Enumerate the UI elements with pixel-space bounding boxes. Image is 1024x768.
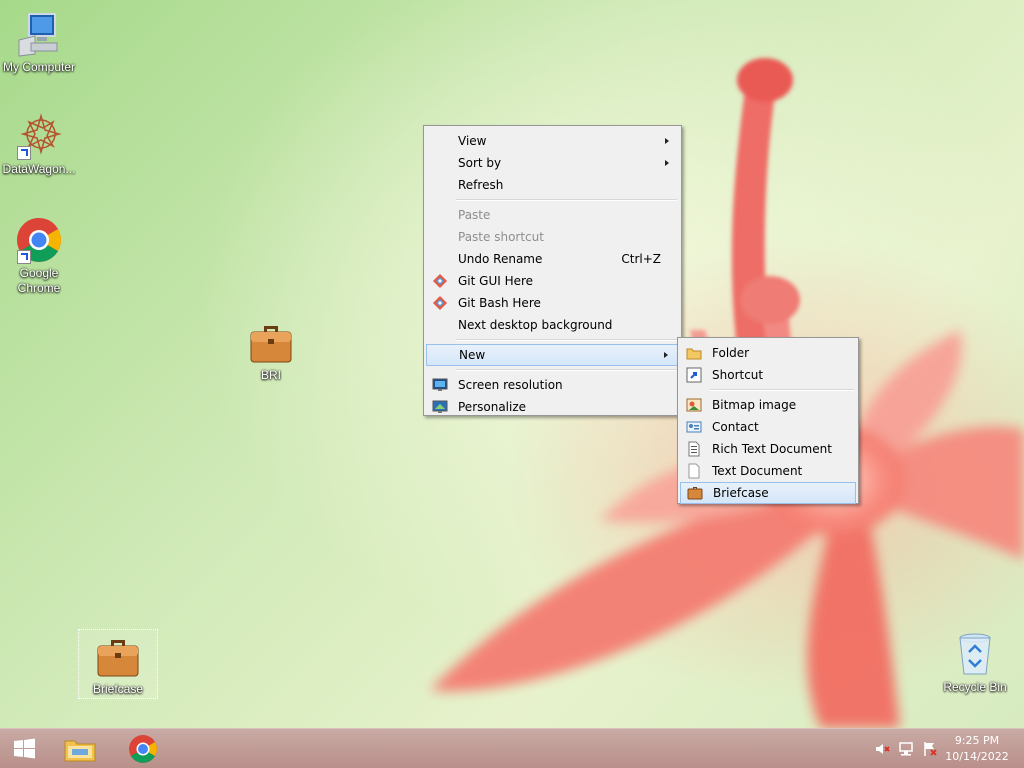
desktop-icon-briefcase[interactable]: Briefcase: [78, 629, 158, 699]
new-item-text-document[interactable]: Text Document: [680, 460, 856, 482]
menu-item-label: Git Bash Here: [458, 296, 541, 310]
briefcase-icon: [94, 632, 142, 680]
menu-item-label: Paste: [458, 208, 491, 222]
folder-icon: [686, 348, 702, 360]
menu-separator: [456, 369, 677, 371]
new-item-shortcut[interactable]: Shortcut: [680, 364, 856, 386]
menu-item-label: New: [459, 348, 486, 362]
desktop-context-menu: View Sort by Refresh Paste Paste shortcu…: [423, 125, 682, 416]
git-icon: [433, 296, 447, 310]
menu-item-label: Contact: [712, 420, 759, 434]
menu-item-label: Undo Rename: [458, 252, 543, 266]
file-explorer-button[interactable]: [60, 733, 100, 765]
menu-item-paste[interactable]: Paste: [426, 204, 679, 226]
desktop-icon-recycle-bin[interactable]: Recycle Bin: [936, 630, 1014, 695]
clock-date: 10/14/2022: [945, 750, 1009, 763]
new-item-contact[interactable]: Contact: [680, 416, 856, 438]
taskbar: 9:25 PM 10/14/2022: [0, 728, 1024, 768]
menu-item-label: Paste shortcut: [458, 230, 544, 244]
shortcut-arrow-icon: [17, 250, 31, 264]
menu-item-refresh[interactable]: Refresh: [426, 174, 679, 196]
menu-item-label: Next desktop background: [458, 318, 613, 332]
desktop-icon-datawagon[interactable]: DataWagon...: [0, 112, 78, 177]
desktop-icon-label: BRI: [260, 368, 281, 382]
menu-item-new[interactable]: New: [426, 344, 679, 366]
menu-item-label: Text Document: [712, 464, 803, 478]
menu-separator: [456, 199, 677, 201]
menu-item-screen-resolution[interactable]: Screen resolution: [426, 374, 679, 396]
desktop-icon-label: Briefcase: [92, 682, 144, 696]
menu-item-label: Rich Text Document: [712, 442, 832, 456]
desktop-icon-bri[interactable]: BRI: [232, 318, 310, 383]
bitmap-icon: [686, 398, 702, 412]
menu-item-label: Sort by: [458, 156, 502, 170]
new-item-bitmap-image[interactable]: Bitmap image: [680, 394, 856, 416]
new-item-rich-text-document[interactable]: Rich Text Document: [680, 438, 856, 460]
chrome-taskbar-button[interactable]: [123, 733, 163, 765]
desktop-icon-label: Recycle Bin: [943, 680, 1007, 694]
menu-item-git-gui-here[interactable]: Git GUI Here: [426, 270, 679, 292]
action-center-icon[interactable]: [922, 741, 938, 757]
computer-icon: [15, 10, 63, 58]
menu-separator: [456, 339, 677, 341]
start-icon: [14, 738, 35, 759]
menu-item-label: Refresh: [458, 178, 504, 192]
speaker-muted-icon[interactable]: [874, 741, 890, 757]
desktop-icon-google-chrome[interactable]: Google Chrome: [0, 216, 78, 296]
desktop-icon-my-computer[interactable]: My Computer: [0, 10, 78, 75]
menu-separator: [710, 389, 854, 391]
menu-item-sort-by[interactable]: Sort by: [426, 152, 679, 174]
menu-item-git-bash-here[interactable]: Git Bash Here: [426, 292, 679, 314]
menu-item-label: View: [458, 134, 487, 148]
new-item-folder[interactable]: Folder: [680, 342, 856, 364]
menu-item-next-desktop-background[interactable]: Next desktop background: [426, 314, 679, 336]
menu-item-shortcut: Ctrl+Z: [621, 252, 661, 266]
network-icon[interactable]: [898, 741, 914, 757]
submenu-arrow-icon: [665, 138, 669, 144]
start-button[interactable]: [4, 733, 44, 765]
menu-item-label: Personalize: [458, 400, 527, 414]
text-document-icon: [688, 463, 700, 479]
shortcut-icon: [686, 367, 702, 383]
menu-item-undo-rename[interactable]: Undo Rename Ctrl+Z: [426, 248, 679, 270]
menu-item-paste-shortcut[interactable]: Paste shortcut: [426, 226, 679, 248]
menu-item-label: Shortcut: [712, 368, 764, 382]
desktop-icon-label: Google Chrome: [17, 266, 61, 295]
briefcase-icon: [247, 318, 295, 366]
menu-item-label: Folder: [712, 346, 750, 360]
desktop[interactable]: My Computer DataWagon... Google Chrome B…: [0, 0, 1024, 728]
new-item-briefcase[interactable]: Briefcase: [680, 482, 856, 504]
clock-time: 9:25 PM: [954, 734, 1000, 747]
screen-resolution-icon: [432, 378, 448, 391]
personalize-icon: [432, 400, 448, 413]
menu-item-label: Screen resolution: [458, 378, 563, 392]
desktop-icon-label: DataWagon...: [2, 162, 76, 176]
recycle-bin-icon: [951, 630, 999, 678]
submenu-arrow-icon: [664, 352, 668, 358]
submenu-arrow-icon: [665, 160, 669, 166]
git-icon: [433, 274, 447, 288]
menu-item-view[interactable]: View: [426, 130, 679, 152]
chrome-icon: [129, 735, 157, 763]
menu-item-label: Briefcase: [713, 486, 769, 500]
taskbar-clock[interactable]: 9:25 PM 10/14/2022: [942, 733, 1012, 765]
menu-item-label: Git GUI Here: [458, 274, 534, 288]
contact-icon: [686, 421, 702, 433]
shortcut-arrow-icon: [17, 146, 31, 160]
chrome-icon: [15, 216, 63, 264]
file-explorer-icon: [64, 740, 96, 762]
menu-item-personalize[interactable]: Personalize: [426, 396, 679, 418]
new-submenu: Folder Shortcut Bitmap image Contact Ric…: [677, 337, 859, 504]
desktop-icon-label: My Computer: [2, 60, 76, 74]
rich-text-icon: [688, 441, 700, 457]
briefcase-icon: [687, 487, 703, 500]
datawagon-icon: [15, 112, 63, 160]
menu-item-label: Bitmap image: [712, 398, 797, 412]
